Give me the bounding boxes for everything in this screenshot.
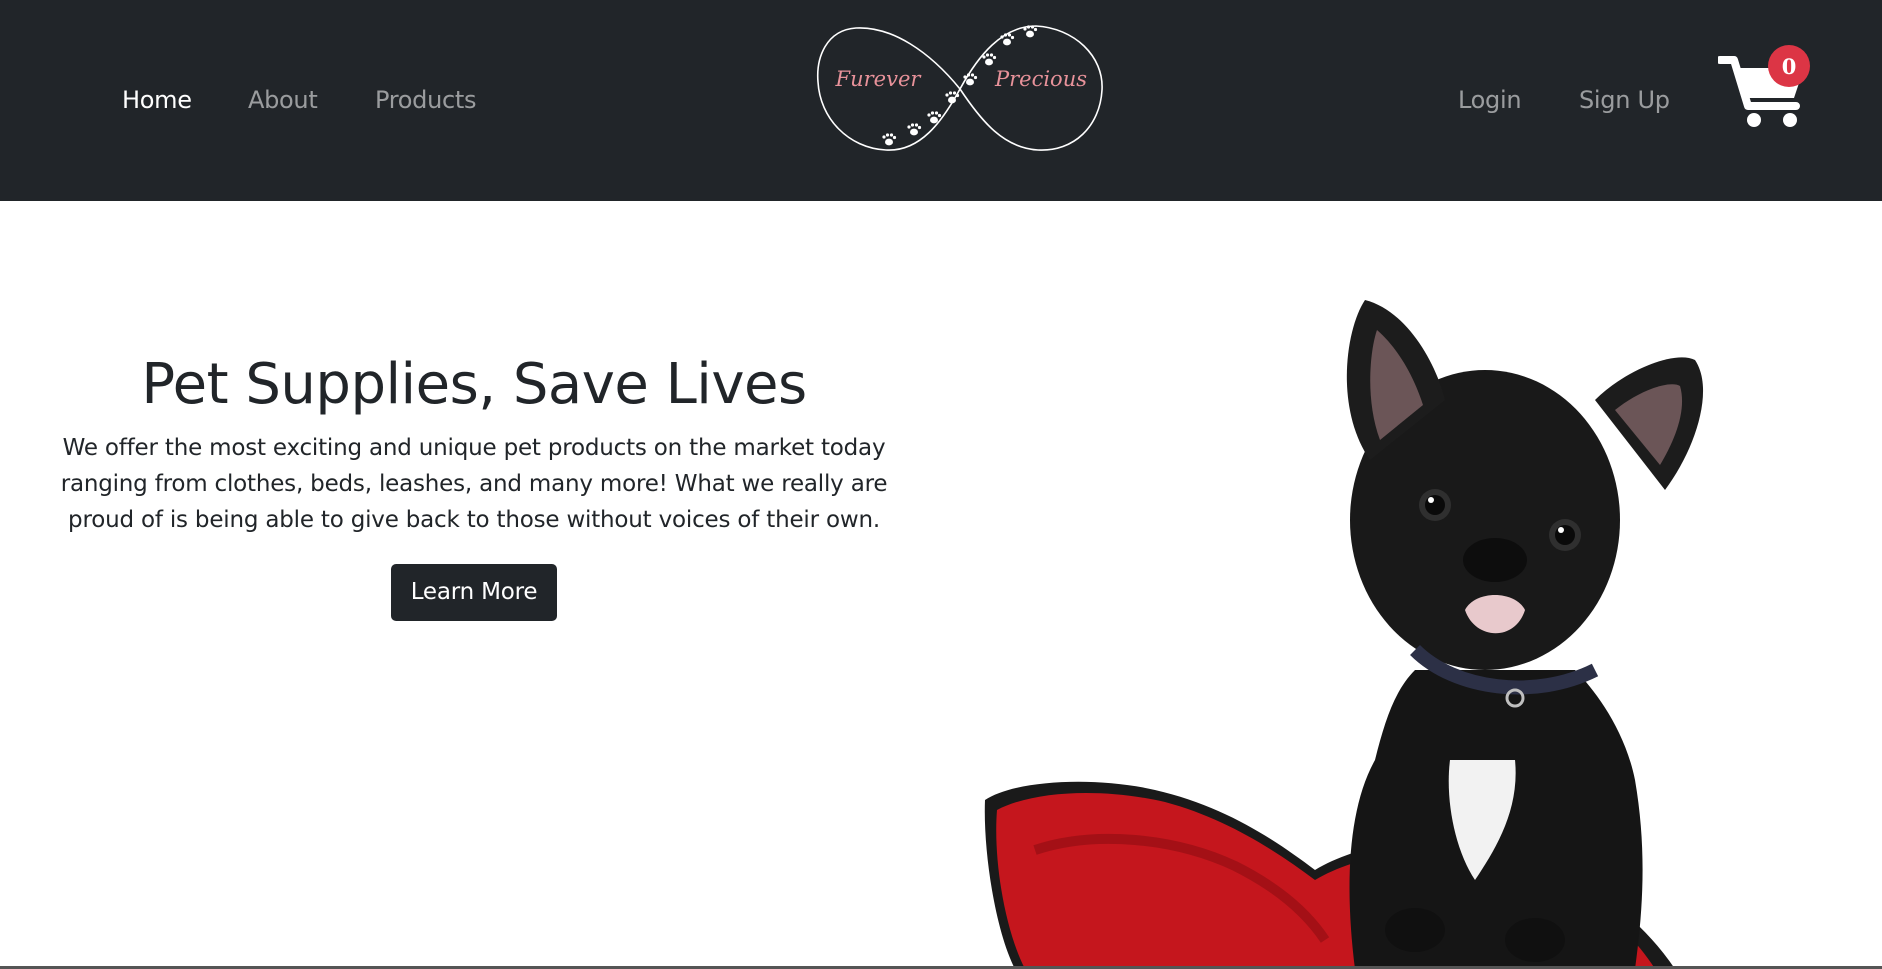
- logo-word-left: Furever: [835, 67, 923, 91]
- nav-link-products[interactable]: Products: [375, 86, 477, 114]
- hero-description: We offer the most exciting and unique pe…: [60, 435, 888, 533]
- learn-more-button[interactable]: Learn More: [390, 564, 558, 621]
- nav-link-login[interactable]: Login: [1458, 86, 1522, 114]
- nav-link-signup[interactable]: Sign Up: [1579, 86, 1670, 114]
- hero-content: Pet Supplies, Save Lives We offer the mo…: [30, 340, 918, 621]
- nav-link-home[interactable]: Home: [122, 86, 192, 114]
- navbar: Home About Products Furever Precious Log…: [0, 0, 1882, 201]
- cart-count-badge: 0: [1768, 45, 1810, 87]
- hero-dog-image: [984, 300, 1704, 969]
- french-bulldog: [1346, 300, 1704, 969]
- logo-word-right: Precious: [994, 67, 1087, 91]
- nav-link-about[interactable]: About: [248, 86, 318, 114]
- hero-title: Pet Supplies, Save Lives: [141, 352, 807, 417]
- brand-logo[interactable]: Furever Precious: [812, 22, 1108, 156]
